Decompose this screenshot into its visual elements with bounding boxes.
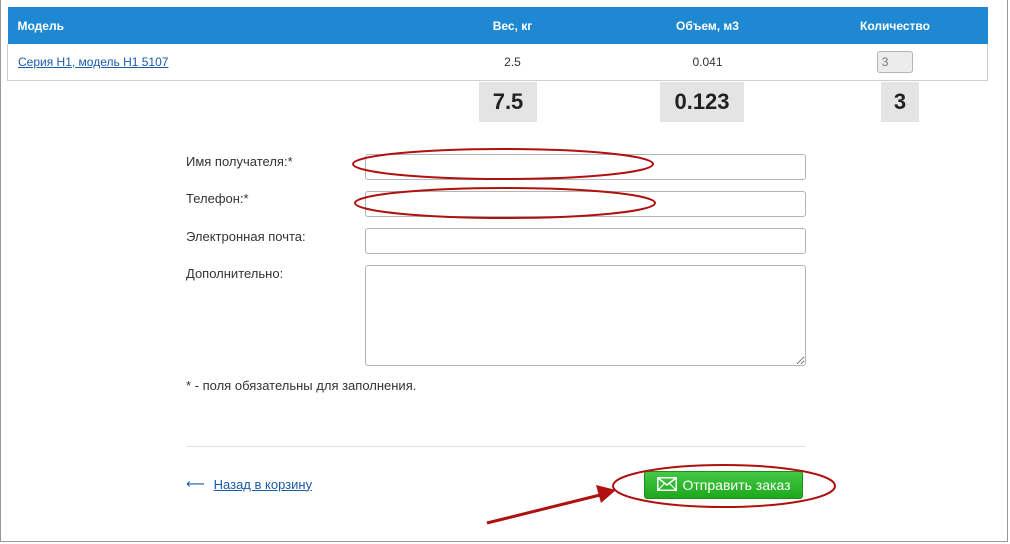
column-header-volume: Объем, м3	[612, 7, 803, 44]
extra-info-textarea[interactable]	[365, 265, 806, 366]
submit-order-button[interactable]: Отправить заказ	[644, 471, 803, 499]
quantity-input[interactable]	[876, 51, 913, 73]
table-row: Серия H1, модель H1 5107 2.5 0.041	[7, 44, 988, 81]
volume-cell: 0.041	[612, 44, 803, 81]
recipient-name-label: Имя получателя:*	[186, 154, 293, 169]
back-arrow-icon: ⟵	[186, 476, 205, 491]
envelope-icon	[656, 476, 677, 494]
table-header-row: Модель Вес, кг Объем, м3 Количество	[7, 7, 988, 44]
submit-order-label: Отправить заказ	[682, 477, 791, 493]
column-header-model: Модель	[7, 7, 413, 44]
back-to-cart[interactable]: ⟵ Назад в корзину	[186, 476, 312, 492]
required-fields-note: * - поля обязательны для заполнения.	[186, 378, 417, 393]
back-to-cart-link[interactable]: Назад в корзину	[214, 477, 312, 492]
phone-label: Телефон:*	[186, 191, 249, 206]
model-link[interactable]: Серия H1, модель H1 5107	[18, 55, 168, 69]
recipient-name-input[interactable]	[365, 154, 806, 180]
weight-cell: 2.5	[412, 44, 613, 81]
column-header-weight: Вес, кг	[412, 7, 613, 44]
phone-input[interactable]	[365, 191, 806, 217]
total-weight: 7.5	[479, 82, 537, 122]
divider	[186, 446, 806, 447]
column-header-quantity: Количество	[802, 7, 988, 44]
email-label: Электронная почта:	[186, 229, 306, 244]
email-input[interactable]	[365, 228, 806, 254]
total-volume: 0.123	[660, 82, 744, 122]
total-quantity: 3	[881, 82, 919, 122]
quantity-cell	[802, 44, 988, 81]
model-cell: Серия H1, модель H1 5107	[7, 44, 413, 81]
order-table: Модель Вес, кг Объем, м3 Количество Сери…	[7, 7, 988, 81]
extra-info-label: Дополнительно:	[186, 266, 284, 281]
